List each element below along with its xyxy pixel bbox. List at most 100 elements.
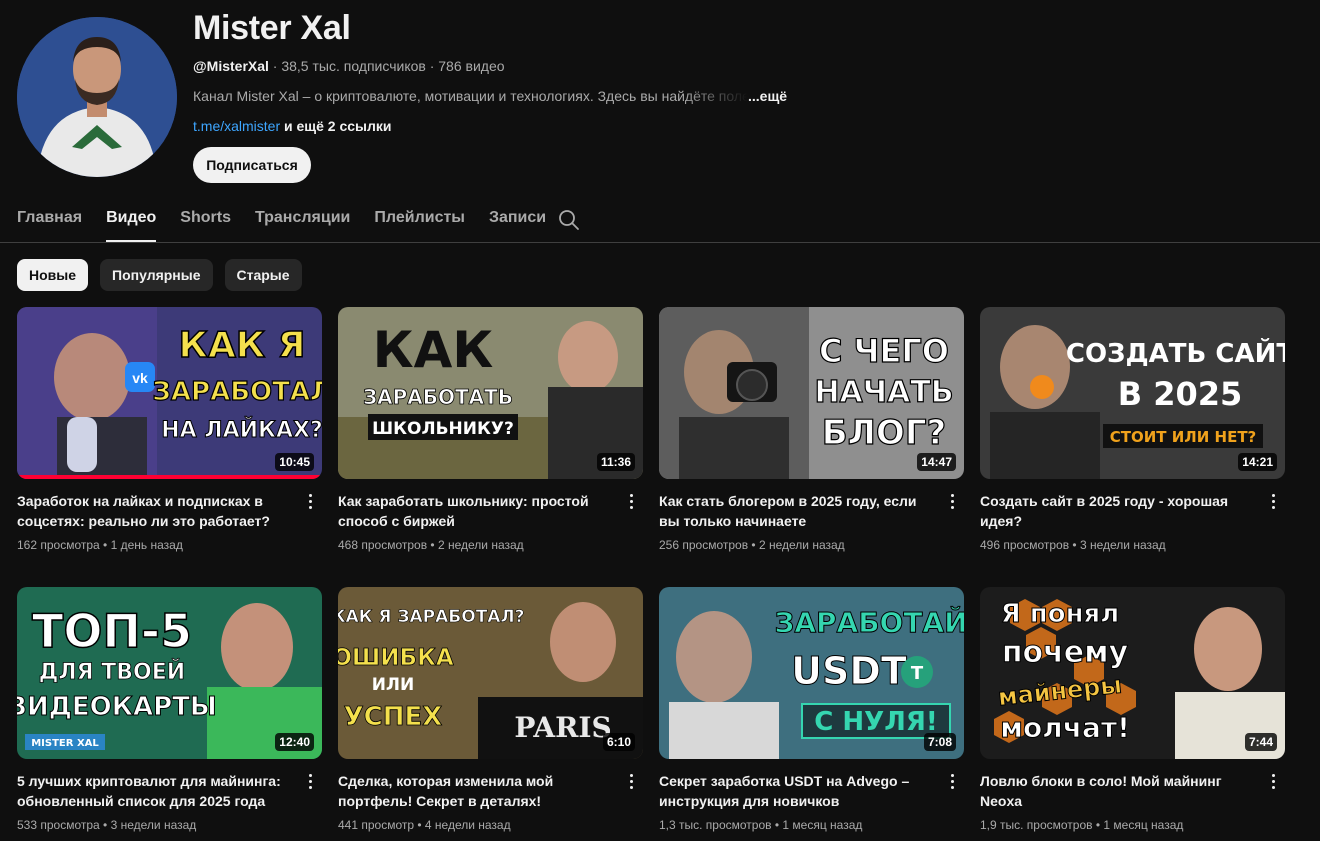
video-thumbnail[interactable]: ЗАРАБОТАЙ USDT T С НУЛЯ! 7:08 (659, 587, 964, 759)
video-meta: 162 просмотра • 1 день назад (17, 538, 183, 552)
video-meta: 533 просмотра • 3 недели назад (17, 818, 197, 832)
thumb-text: УСПЕХ (344, 702, 443, 732)
video-views: 441 просмотр (338, 818, 415, 832)
channel-avatar[interactable] (17, 17, 177, 177)
description-more-button[interactable]: ...ещё (748, 88, 787, 104)
thumb-text: КАК (373, 321, 494, 379)
thumb-text: С ЧЕГО (819, 332, 949, 370)
video-title[interactable]: Ловлю блоки в соло! Мой майнинг Neoxa (980, 771, 1245, 811)
video-duration: 7:08 (923, 733, 956, 751)
thumb-text: ИЛИ (372, 675, 415, 695)
chip-popular[interactable]: Популярные (100, 259, 213, 291)
channel-stats: · 38,5 тыс. подписчиков · 786 видео (268, 58, 505, 74)
video-thumbnail[interactable]: КАК ЗАРАБОТАТЬ ШКОЛЬНИКУ? 11:36 (338, 307, 643, 479)
more-options-icon[interactable] (302, 771, 318, 791)
video-card[interactable]: ЗАРАБОТАЙ USDT T С НУЛЯ! 7:08 Секрет зар… (659, 587, 964, 841)
tab-playlists[interactable]: Плейлисты (374, 196, 465, 242)
video-thumbnail[interactable]: Я понял почему майнеры молчат! 7:44 (980, 587, 1285, 759)
video-views: 468 просмотров (338, 538, 428, 552)
video-title[interactable]: Заработок на лайках и подписках в соцсет… (17, 491, 282, 531)
search-icon[interactable] (558, 209, 580, 231)
video-thumbnail[interactable]: С ЧЕГО НАЧАТЬ БЛОГ? 14:47 (659, 307, 964, 479)
video-card[interactable]: КАК ЗАРАБОТАТЬ ШКОЛЬНИКУ? 11:36 Как зара… (338, 307, 643, 587)
tab-live[interactable]: Трансляции (255, 196, 350, 242)
chip-oldest[interactable]: Старые (224, 259, 302, 291)
channel-links: t.me/xalmister и ещё 2 ссылки (193, 116, 893, 136)
thumb-text: ОШИБКА (338, 645, 454, 671)
thumb-text: ДЛЯ ТВОЕЙ (39, 659, 185, 685)
chip-newest[interactable]: Новые (17, 259, 89, 291)
svg-text:T: T (911, 663, 924, 684)
video-title[interactable]: 5 лучших криптовалют для майнинга: обнов… (17, 771, 282, 811)
video-duration: 14:47 (917, 453, 956, 471)
thumb-text: ВИДЕОКАРТЫ (17, 692, 217, 722)
tab-videos[interactable]: Видео (106, 196, 157, 242)
video-grid: vk КАК Я ЗАРАБОТАЛ НА ЛАЙКАХ? 10:45 Зара… (17, 307, 1287, 841)
video-views: 533 просмотра (17, 818, 100, 832)
watch-progress-bar (17, 475, 322, 479)
video-age: 3 недели назад (110, 818, 197, 832)
thumb-text: MISTER XAL (31, 738, 99, 749)
video-card[interactable]: Я понял почему майнеры молчат! 7:44 Ловл… (980, 587, 1285, 841)
video-card[interactable]: vk КАК Я ЗАРАБОТАЛ НА ЛАЙКАХ? 10:45 Зара… (17, 307, 322, 587)
channel-tabs: Главная Видео Shorts Трансляции Плейлист… (17, 196, 570, 242)
video-meta: 468 просмотров • 2 недели назад (338, 538, 524, 552)
tab-home[interactable]: Главная (17, 196, 82, 242)
thumb-text: БЛОГ? (822, 413, 946, 453)
video-title[interactable]: Создать сайт в 2025 году - хорошая идея? (980, 491, 1245, 531)
more-options-icon[interactable] (623, 491, 639, 511)
channel-name: Mister Xal (193, 9, 351, 47)
video-views: 1,3 тыс. просмотров (659, 818, 772, 832)
video-title[interactable]: Как заработать школьнику: простой способ… (338, 491, 603, 531)
video-views: 256 просмотров (659, 538, 749, 552)
video-card[interactable]: КАК Я ЗАРАБОТАЛ? ОШИБКА ИЛИ УСПЕХ PARIS … (338, 587, 643, 841)
video-duration: 6:10 (602, 733, 635, 751)
video-thumbnail[interactable]: vk КАК Я ЗАРАБОТАЛ НА ЛАЙКАХ? 10:45 (17, 307, 322, 479)
thumb-text: КАК Я ЗАРАБОТАЛ? (338, 607, 524, 627)
more-options-icon[interactable] (302, 491, 318, 511)
video-duration: 11:36 (596, 453, 635, 471)
thumb-text: С НУЛЯ! (814, 707, 937, 737)
channel-meta: @MisterXal · 38,5 тыс. подписчиков · 786… (193, 56, 893, 76)
video-title[interactable]: Секрет заработка USDT на Advego – инстру… (659, 771, 924, 811)
more-options-icon[interactable] (944, 491, 960, 511)
thumb-text: СОЗДАТЬ САЙТ (1066, 337, 1285, 369)
video-thumbnail[interactable]: СОЗДАТЬ САЙТ В 2025 СТОИТ ИЛИ НЕТ? 14:21 (980, 307, 1285, 479)
video-card[interactable]: ТОП-5 ДЛЯ ТВОЕЙ ВИДЕОКАРТЫ MISTER XAL 12… (17, 587, 322, 841)
tab-posts[interactable]: Записи (489, 196, 546, 242)
more-links-button[interactable]: и ещё 2 ссылки (280, 118, 392, 134)
video-age: 2 недели назад (437, 538, 524, 552)
video-title[interactable]: Сделка, которая изменила мой портфель! С… (338, 771, 603, 811)
thumb-text: молчат! (1000, 711, 1130, 744)
thumb-text: ЗАРАБОТАТЬ (363, 385, 513, 409)
video-meta: 256 просмотров • 2 недели назад (659, 538, 845, 552)
video-meta: 496 просмотров • 3 недели назад (980, 538, 1166, 552)
video-duration: 14:21 (1238, 453, 1277, 471)
channel-link[interactable]: t.me/xalmister (193, 118, 280, 134)
thumb-text: ШКОЛЬНИКУ? (372, 419, 514, 439)
video-thumbnail[interactable]: КАК Я ЗАРАБОТАЛ? ОШИБКА ИЛИ УСПЕХ PARIS … (338, 587, 643, 759)
video-age: 1 день назад (110, 538, 183, 552)
video-age: 4 недели назад (424, 818, 511, 832)
channel-handle: @MisterXal (193, 58, 269, 74)
video-views: 1,9 тыс. просмотров (980, 818, 1093, 832)
video-title[interactable]: Как стать блогером в 2025 году, если вы … (659, 491, 924, 531)
thumb-text: ЗАРАБОТАЛ (152, 377, 322, 407)
video-age: 1 месяц назад (782, 818, 863, 832)
thumb-text: PARIS (514, 711, 611, 744)
video-age: 2 недели назад (758, 538, 845, 552)
video-meta: 1,9 тыс. просмотров • 1 месяц назад (980, 818, 1184, 832)
thumb-text: USDT (791, 649, 907, 693)
more-options-icon[interactable] (1265, 491, 1281, 511)
more-options-icon[interactable] (944, 771, 960, 791)
video-thumbnail[interactable]: ТОП-5 ДЛЯ ТВОЕЙ ВИДЕОКАРТЫ MISTER XAL 12… (17, 587, 322, 759)
video-views: 162 просмотра (17, 538, 100, 552)
video-card[interactable]: СОЗДАТЬ САЙТ В 2025 СТОИТ ИЛИ НЕТ? 14:21… (980, 307, 1285, 587)
video-card[interactable]: С ЧЕГО НАЧАТЬ БЛОГ? 14:47 Как стать блог… (659, 307, 964, 587)
more-options-icon[interactable] (623, 771, 639, 791)
more-options-icon[interactable] (1265, 771, 1281, 791)
tab-shorts[interactable]: Shorts (180, 196, 231, 242)
channel-info: Mister Xal @MisterXal · 38,5 тыс. подпис… (193, 8, 893, 136)
channel-description[interactable]: Канал Mister Xal – о криптовалюте, мотив… (193, 86, 803, 106)
subscribe-button[interactable]: Подписаться (193, 147, 311, 183)
